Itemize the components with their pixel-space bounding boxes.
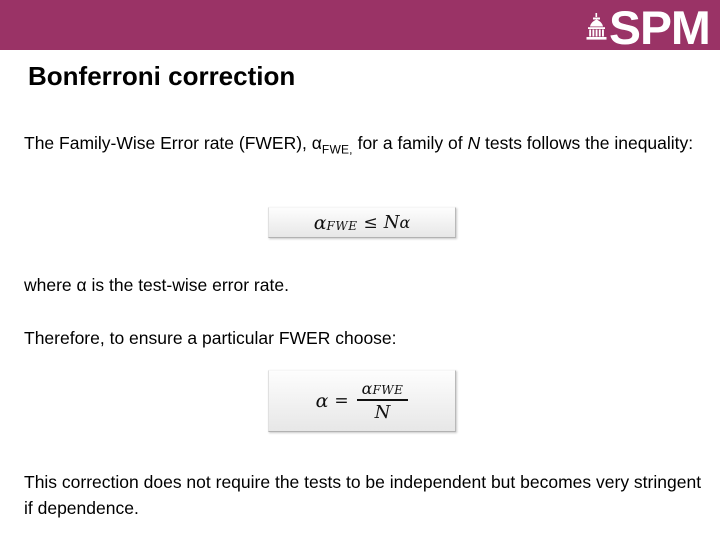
intro-text-part2: for a family of xyxy=(352,133,468,153)
intro-alpha-symbol: α xyxy=(311,133,322,153)
equation-fwer-inequality-content: α FWE ≤ Nα xyxy=(314,212,411,234)
intro-paragraph: The Family-Wise Error rate (FWER), αFWE,… xyxy=(24,130,704,163)
equation-alpha-definition-content: α = αFWE N xyxy=(316,379,409,423)
intro-text-part3: tests follows the inequality: xyxy=(480,133,694,153)
eq2-fraction: αFWE N xyxy=(356,379,409,423)
spm-logo-text: SPM xyxy=(609,1,711,54)
intro-alpha-subscript: FWE, xyxy=(321,142,353,157)
page-title: Bonferroni correction xyxy=(28,61,296,91)
intro-text-part1: The Family-Wise Error rate (FWER), xyxy=(24,133,312,153)
equation-fwer-inequality: α FWE ≤ Nα xyxy=(268,207,456,238)
where-paragraph: where α is the test-wise error rate. xyxy=(24,275,289,295)
header-band: SPM xyxy=(0,0,720,54)
eq2-denominator: N xyxy=(374,402,391,423)
institution-crest-icon xyxy=(584,12,610,42)
eq1-alpha: α xyxy=(313,211,327,234)
eq2-alpha: α xyxy=(315,390,329,412)
eq1-var-n: N xyxy=(383,212,400,233)
eq2-numerator-alpha: α xyxy=(361,379,373,398)
spm-logo: SPM xyxy=(584,1,711,54)
eq2-numerator: αFWE xyxy=(357,379,409,399)
eq1-relation: ≤ xyxy=(363,212,378,233)
intro-var-n: N xyxy=(467,133,481,153)
eq2-numerator-subscript: FWE xyxy=(372,383,404,397)
eq2-relation: = xyxy=(334,391,349,411)
choose-paragraph: Therefore, to ensure a particular FWER c… xyxy=(24,328,397,348)
equation-alpha-definition: α = αFWE N xyxy=(268,370,456,432)
eq1-alpha-2: α xyxy=(399,213,411,232)
eq1-alpha-subscript: FWE xyxy=(326,218,358,233)
note-paragraph: This correction does not require the tes… xyxy=(24,472,702,518)
